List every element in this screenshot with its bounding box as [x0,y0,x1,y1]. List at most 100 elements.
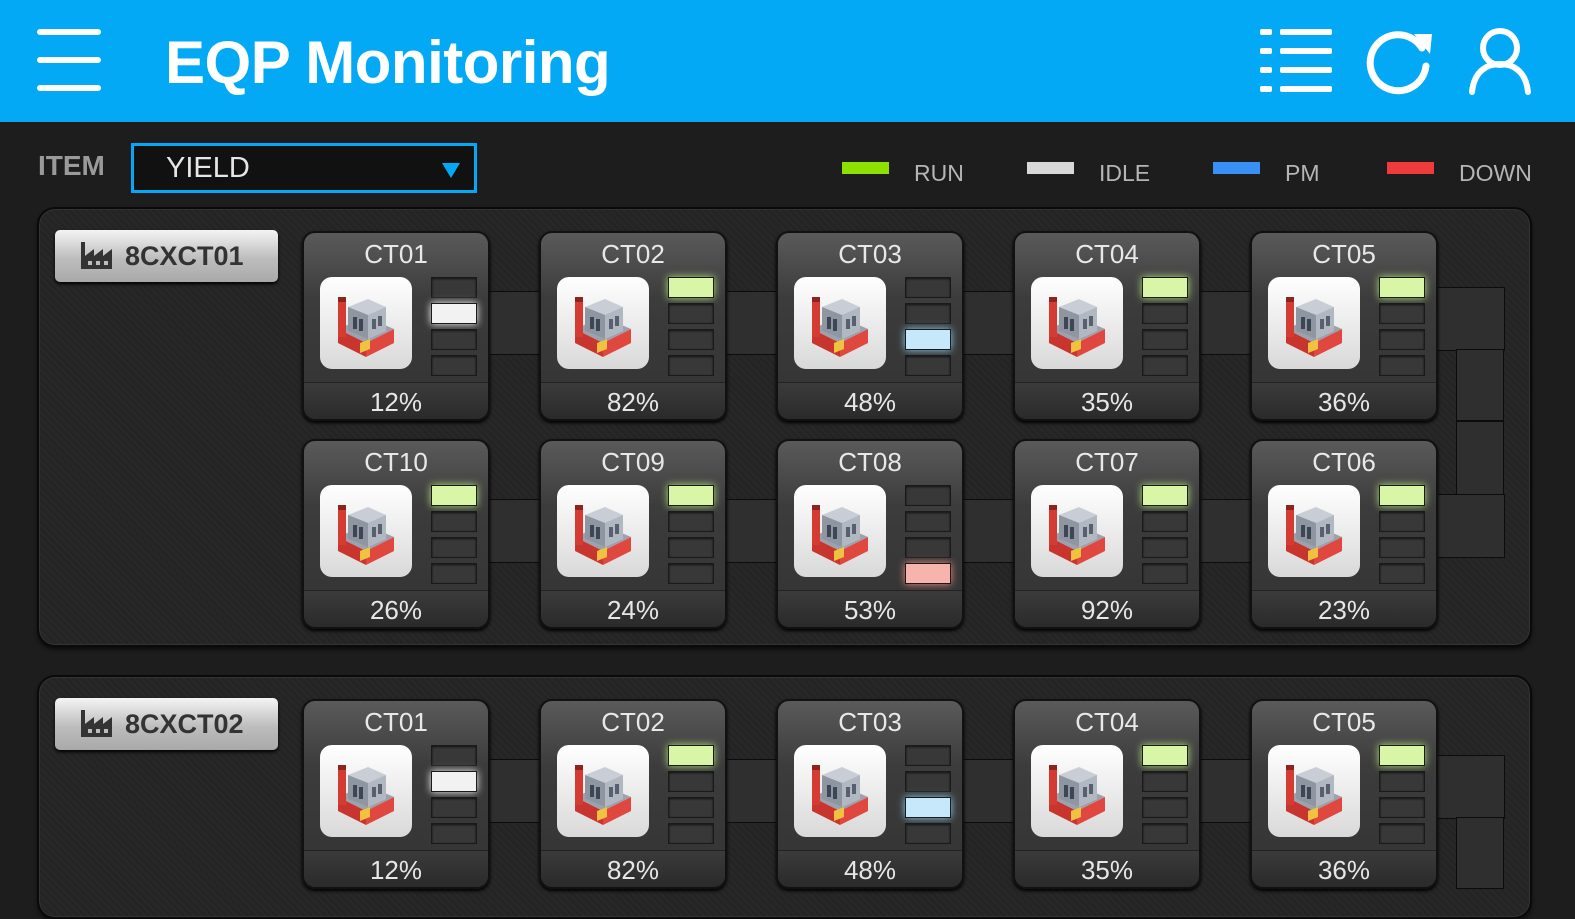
conveyor-segment [961,291,1015,355]
status-led-pm [1379,537,1425,558]
status-led-idle [905,303,951,324]
legend-swatch [1027,162,1074,174]
status-led-down [905,823,951,844]
status-led-idle [668,303,714,324]
item-label: ITEM [38,150,105,181]
status-led-down [905,355,951,376]
machine-card-ct01[interactable]: CT01 12% [302,699,490,889]
machine-name: CT10 [364,447,428,477]
equipment-icon [320,277,412,369]
line-badge[interactable]: 8CXCT01 [55,230,278,282]
machine-yield-value: 82% [606,387,660,417]
status-indicator [1379,745,1425,849]
conveyor-segment [1456,817,1504,889]
status-led-down [668,563,714,584]
status-led-pm [431,537,477,558]
machine-yield-value: 53% [843,595,897,625]
machine-card-ct05[interactable]: CT05 36% [1250,231,1438,421]
status-led-idle [1142,303,1188,324]
machine-card-ct02[interactable]: CT02 82% [539,231,727,421]
status-led-pm [668,329,714,350]
machine-card-ct04[interactable]: CT04 35% [1013,699,1201,889]
value-bar: 35% [1015,850,1199,887]
equipment-icon [1031,485,1123,577]
machine-card-ct10[interactable]: CT10 26% [302,439,490,629]
value-bar: 24% [541,590,725,627]
status-indicator [668,277,714,381]
line-name: 8CXCT01 [125,241,244,271]
conveyor-segment [724,499,778,563]
status-led-down [1379,563,1425,584]
line-badge[interactable]: 8CXCT02 [55,698,278,750]
value-bar: 48% [778,850,962,887]
conveyor-segment [1198,759,1252,823]
machine-yield-value: 36% [1317,855,1371,885]
machine-card-ct03[interactable]: CT03 48% [776,699,964,889]
machine-name: CT01 [364,707,428,737]
machine-card-ct04[interactable]: CT04 35% [1013,231,1201,421]
line-panel-8cxct02: 8CXCT02 CT01 12% CT02 82% CT03 48% CT04 35% CT05… [37,675,1532,919]
machine-yield-value: 48% [843,855,897,885]
user-icon[interactable] [1462,26,1538,96]
machine-yield-value: 92% [1080,595,1134,625]
machine-card-ct05[interactable]: CT05 36% [1250,699,1438,889]
legend-label: IDLE [1099,160,1151,186]
status-led-idle [668,771,714,792]
status-indicator [1379,485,1425,589]
machine-yield-value: 35% [1080,855,1134,885]
machine-name: CT05 [1312,707,1376,737]
conveyor-segment [1435,494,1505,558]
refresh-icon[interactable] [1362,26,1438,96]
status-led-pm [905,329,951,350]
machine-card-ct07[interactable]: CT07 92% [1013,439,1201,629]
machine-card-ct02[interactable]: CT02 82% [539,699,727,889]
status-led-run [1379,745,1425,766]
status-led-down [1142,563,1188,584]
legend-swatch [1213,162,1260,174]
app-header: EQP Monitoring [0,0,1575,122]
list-icon[interactable] [1258,26,1334,96]
conveyor-segment [1456,349,1504,421]
equipment-icon [794,277,886,369]
status-led-down [431,563,477,584]
equipment-icon [557,277,649,369]
status-led-idle [431,511,477,532]
status-indicator [431,745,477,849]
status-led-idle [668,511,714,532]
machine-card-ct06[interactable]: CT06 23% [1250,439,1438,629]
menu-icon[interactable] [37,29,101,91]
machine-yield-value: 12% [369,855,423,885]
equipment-icon [1031,745,1123,837]
status-led-idle [431,303,477,324]
item-select[interactable]: YIELD [131,143,477,193]
status-led-run [431,485,477,506]
machine-yield-value: 24% [606,595,660,625]
status-led-idle [1379,303,1425,324]
status-led-idle [1142,511,1188,532]
status-led-pm [431,797,477,818]
machine-card-ct08[interactable]: CT08 53% [776,439,964,629]
equipment-icon [557,745,649,837]
status-led-pm [431,329,477,350]
value-bar: 23% [1252,590,1436,627]
status-indicator [668,485,714,589]
status-indicator [431,277,477,381]
legend-label: RUN [914,160,964,186]
value-bar: 92% [1015,590,1199,627]
line-panel-8cxct01: 8CXCT01 CT01 12% CT02 82% CT03 48% CT04 35% CT05… [37,207,1532,647]
machine-card-ct09[interactable]: CT09 24% [539,439,727,629]
status-led-pm [905,537,951,558]
value-bar: 82% [541,850,725,887]
conveyor-segment [1435,755,1505,819]
status-led-down [668,355,714,376]
status-led-run [1142,277,1188,298]
machine-card-ct03[interactable]: CT03 48% [776,231,964,421]
status-led-run [668,745,714,766]
status-led-pm [1142,797,1188,818]
status-indicator [1379,277,1425,381]
value-bar: 12% [304,382,488,419]
machine-card-ct01[interactable]: CT01 12% [302,231,490,421]
machine-yield-value: 35% [1080,387,1134,417]
machine-name: CT02 [601,707,665,737]
legend-swatch [1387,162,1434,174]
